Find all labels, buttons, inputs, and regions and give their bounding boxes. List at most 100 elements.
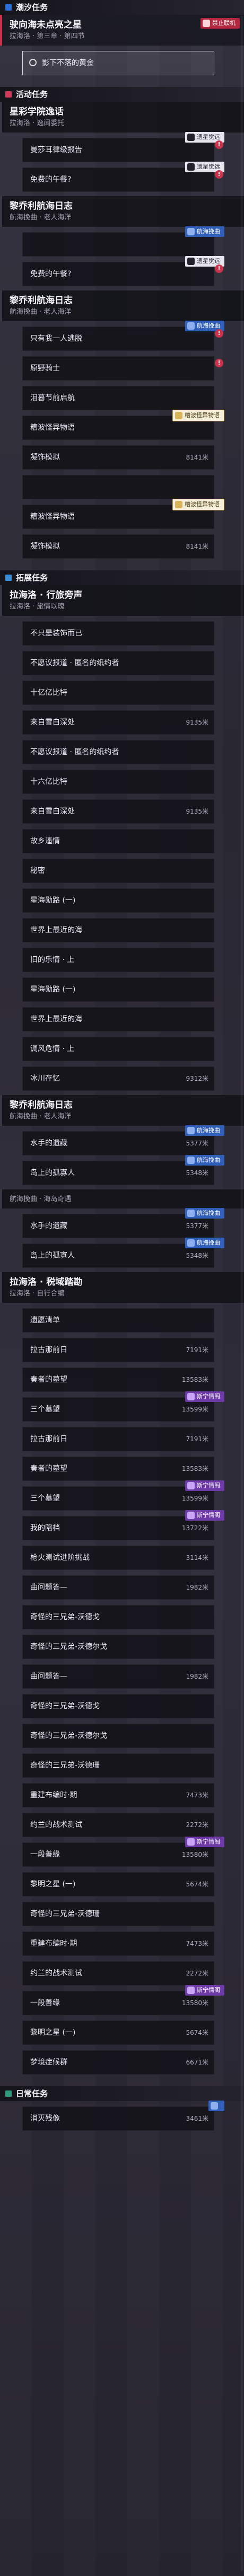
section-header[interactable]: 潮汐任务 [0,0,244,15]
objective-row[interactable]: 消灭残像 3461米 [22,2101,224,2131]
tag-label: 航海挽曲 [197,322,220,329]
objective-text: 曲问题答— [30,1583,67,1592]
objective-row[interactable]: 拉古那前日 7191米 [22,1338,214,1362]
objective-row[interactable]: 重建布编时·期 7473米 [22,1931,214,1956]
objective-row[interactable]: 故乡遥情 [22,829,214,853]
section-header[interactable]: 活动任务 [0,87,244,102]
objective-row[interactable]: 一段善缘 13580米 斯宁情阁 [22,1985,224,2015]
objective-row[interactable]: 约兰的战术测试 2272米 [22,1813,214,1837]
objective-row[interactable]: 来自雪白深处 9135米 [22,799,214,824]
objective-row[interactable]: 奇怪的三兄弟-沃德珊 [22,1753,214,1778]
objective-row[interactable]: 免费的午餐? 遗星觉远! [22,162,224,192]
objective-text: 一段善缘 [30,1999,60,2007]
objective-row[interactable]: 星海勋路 (一) [22,977,214,1002]
objective-row[interactable]: 冰川存忆 9312米 [22,1066,214,1091]
objective-row[interactable]: 泪暮节前启航 [22,386,214,410]
objective-text: 一段善缘 [30,1850,60,1859]
objective-row[interactable]: 奇怪的三兄弟-沃德戈 [22,1605,214,1629]
tag-icon [187,163,195,171]
quest-card[interactable]: 拉海洛 · 行旅旁声 拉海洛 · 旅情以瑰 [0,585,244,616]
objective-row[interactable]: 十六亿比特 [22,770,214,794]
objective-tag: 斯宁情阁 [185,1837,224,1847]
objective-row[interactable]: 世界上最近的海 [22,918,214,942]
scrollbar[interactable] [241,16,243,2571]
section-title: 拓展任务 [16,573,48,583]
objective-row[interactable]: 奇怪的三兄弟-沃德戈 [22,1694,214,1718]
objective-row[interactable]: 三个墓望 13599米 斯宁情阁 [22,1391,224,1422]
objective-row[interactable]: 拉古那前日 7191米 [22,1427,214,1451]
objective-row[interactable]: 原野骑士! [22,356,223,381]
objective-row[interactable]: 旧的乐情 · 上 [22,948,214,972]
objective-row[interactable]: 一段善缘 13580米 斯宁情阁 [22,1837,224,1867]
quest-card[interactable]: 黎乔利航海日志 航海挽曲 · 老人海洋 [0,290,244,321]
tag-label: 遗星觉远 [197,258,220,264]
quest-card[interactable]: 拉海洛 · 税域踏勘 拉海洛 · 自行合编 [0,1272,244,1303]
objective-text: 不愿议报道 · 匿名的纸约者 [30,659,119,667]
objective-row[interactable]: 重建布编时·期 7473米 [22,1783,214,1807]
objective-row[interactable]: 奇怪的三兄弟-沃德尔戈 [22,1635,214,1659]
objective-row[interactable]: 世界上最近的海 [22,1007,214,1031]
distance-label: 2272米 [186,1821,208,1829]
objective-row[interactable]: 曲问题答— 1982米 [22,1664,214,1689]
quest-card[interactable]: 航海挽曲 · 海岛奇遇 [0,1189,244,1208]
quest-card[interactable]: 黎乔利航海日志 航海挽曲 · 老人海洋 [0,1095,244,1126]
alert-icon: ! [215,359,223,367]
objective-row[interactable]: 奏者的墓望 13583米 [22,1457,214,1481]
objective-row[interactable]: 星海勋路 (一) [22,888,214,913]
objective-row[interactable]: 来自雪白深处 9135米 [22,710,214,735]
distance-label: 9135米 [186,808,208,815]
objective-row[interactable]: 奇怪的三兄弟-沃德尔戈 [22,1724,214,1748]
objective-row[interactable]: 枪火测试进阶挑战 3114米 [22,1546,214,1570]
tag-label: 航海挽曲 [197,1127,220,1134]
objective-tag: 航海挽曲 [185,226,224,237]
objective-row[interactable]: 秘密 [22,859,214,883]
objective-row[interactable]: 我的陪档 13722米 斯宁情阁 [22,1510,224,1540]
distance-label: 7473米 [186,1940,208,1947]
objective-row[interactable]: 糟波怪异物语 糟波怪异物语 [22,410,224,440]
objective-row[interactable]: 水手的遗藏 5377米 航海挽曲 [22,1125,224,1155]
distance-label: 2272米 [186,1970,208,1977]
objective-row[interactable]: 岛上的孤寡人 5348米 航海挽曲 [22,1238,224,1268]
tag-label: 斯宁情阁 [197,1838,220,1845]
objective-row[interactable]: 遗愿清单 [22,1308,214,1333]
objective-row[interactable]: 梦境症候群 6671米 [22,2050,214,2075]
objective-row[interactable]: 不只是装饰而已 [22,621,214,646]
objective-row[interactable]: 黎明之星 (一) 5674米 [22,1872,214,1896]
section-header[interactable]: 日常任务 [0,2086,244,2101]
distance-label: 1982米 [186,1584,208,1591]
objective-row[interactable]: 免费的午餐? 遗星觉远! [22,256,224,286]
objective-tag: 航海挽曲 [185,1208,224,1219]
tag-icon [187,1482,195,1489]
objective-row[interactable]: 只有我一人逃脱 航海挽曲! [22,321,224,351]
quest-card[interactable]: 星彩学院逸话 拉海洛 · 逸闻委托 [0,102,244,133]
objective-row[interactable]: 三个墓望 13599米 斯宁情阁 [22,1480,224,1511]
objective-row[interactable]: 十亿亿比特 [22,681,214,705]
objective-row[interactable]: 糟波怪异物语 糟波怪异物语 [22,499,224,529]
objective-text: 免费的午餐? [30,175,72,184]
section-header[interactable]: 拓展任务 [0,570,244,585]
quest-subtitle: 拉海洛 · 逸闻委托 [10,119,65,127]
objective-row[interactable]: 黎明之星 (一) 5674米 [22,2021,214,2045]
objective-row[interactable]: 凝饰模拟 8141米 [22,445,214,470]
objective-row[interactable]: 凝饰模拟 8141米 [22,534,214,559]
tag-label: 航海挽曲 [197,1210,220,1216]
objective-row[interactable]: 调风危情 · 上 [22,1037,214,1061]
objective-tag: 糟波怪异物语 [172,410,224,421]
objective-row[interactable]: 曼莎耳律级报告 遗星觉远! [22,132,224,162]
objective-row[interactable]: 水手的遗藏 5377米 航海挽曲 [22,1208,224,1238]
objective-text: 岛上的孤寡人 [30,1169,75,1177]
objective-row[interactable]: 不愿议报道 · 匿名的纸约者 [22,740,214,764]
objective-row[interactable]: 奇怪的三兄弟-沃德珊 [22,1902,214,1926]
objective-row[interactable] [22,475,214,499]
objective-row[interactable]: 航海挽曲 [22,226,224,257]
objective-row[interactable]: 不愿议报道 · 匿名的纸约者 [22,651,214,675]
objective-row[interactable]: 曲问题答— 1982米 [22,1575,214,1600]
quest-card[interactable]: 黎乔利航海日志 航海挽曲 · 老人海洋 [0,196,244,227]
objective-row[interactable]: 约兰的战术测试 2272米 [22,1961,214,1986]
objective-row[interactable]: 岛上的孤寡人 5348米 航海挽曲 [22,1155,224,1185]
radio-icon[interactable] [29,59,37,66]
quest-card[interactable]: 驶向海未点亮之星 拉海洛 · 第三章 · 第四节 禁止联机 [0,15,244,46]
objective-row[interactable]: 影下不落的黄金 [22,51,214,75]
objective-row[interactable]: 奏者的墓望 13583米 [22,1368,214,1392]
tag-icon [187,134,195,141]
